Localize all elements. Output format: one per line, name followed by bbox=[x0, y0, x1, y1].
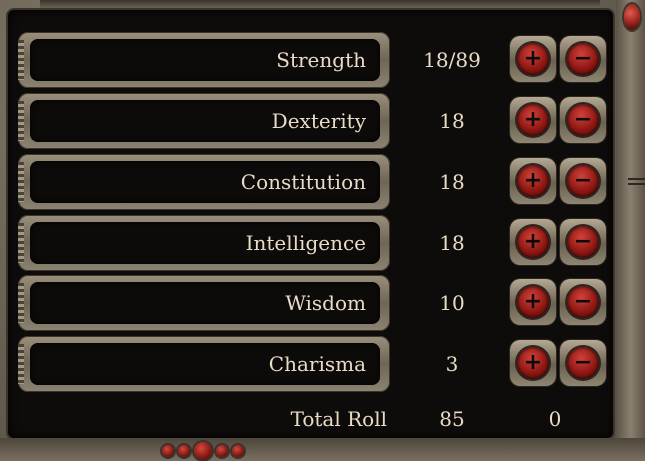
increase-charisma-button[interactable]: + bbox=[510, 340, 556, 386]
stat-row-intelligence: Intelligence 18 + − bbox=[0, 215, 645, 271]
stat-value: 3 bbox=[445, 352, 459, 376]
minus-icon: − bbox=[567, 347, 599, 379]
frame-top-trim bbox=[40, 0, 600, 8]
stat-value: 18/89 bbox=[423, 48, 481, 72]
points-remaining-value: 0 bbox=[548, 407, 562, 431]
total-roll-label: Total Roll bbox=[290, 407, 387, 431]
stat-name-plate[interactable]: Wisdom bbox=[18, 275, 390, 331]
stat-name: Strength bbox=[276, 48, 366, 72]
decrease-constitution-button[interactable]: − bbox=[560, 158, 606, 204]
gem-ornament-row bbox=[148, 441, 258, 461]
increase-wisdom-button[interactable]: + bbox=[510, 279, 556, 325]
plus-icon: + bbox=[517, 226, 549, 258]
stat-name: Intelligence bbox=[245, 231, 366, 255]
stat-name-plate[interactable]: Intelligence bbox=[18, 215, 390, 271]
minus-icon: − bbox=[567, 165, 599, 197]
stat-name-plate[interactable]: Constitution bbox=[18, 154, 390, 210]
decrease-intelligence-button[interactable]: − bbox=[560, 219, 606, 265]
increase-constitution-button[interactable]: + bbox=[510, 158, 556, 204]
stat-row-dexterity: Dexterity 18 + − bbox=[0, 93, 645, 149]
stat-row-charisma: Charisma 3 + − bbox=[0, 336, 645, 392]
minus-icon: − bbox=[567, 286, 599, 318]
stat-row-constitution: Constitution 18 + − bbox=[0, 154, 645, 210]
stat-name: Dexterity bbox=[271, 109, 366, 133]
increase-strength-button[interactable]: + bbox=[510, 36, 556, 82]
stat-row-wisdom: Wisdom 10 + − bbox=[0, 275, 645, 331]
stat-row-strength: Strength 18/89 + − bbox=[0, 32, 645, 88]
minus-icon: − bbox=[567, 104, 599, 136]
stat-value: 18 bbox=[439, 109, 465, 133]
decrease-charisma-button[interactable]: − bbox=[560, 340, 606, 386]
minus-icon: − bbox=[567, 43, 599, 75]
stat-value: 18 bbox=[439, 170, 465, 194]
decrease-strength-button[interactable]: − bbox=[560, 36, 606, 82]
stat-value: 10 bbox=[439, 291, 465, 315]
decrease-dexterity-button[interactable]: − bbox=[560, 97, 606, 143]
plus-icon: + bbox=[517, 165, 549, 197]
stat-name: Constitution bbox=[240, 170, 366, 194]
plus-icon: + bbox=[517, 104, 549, 136]
stat-name-plate[interactable]: Charisma bbox=[18, 336, 390, 392]
increase-dexterity-button[interactable]: + bbox=[510, 97, 556, 143]
frame-bottom-band bbox=[0, 438, 645, 461]
stat-name: Charisma bbox=[268, 352, 366, 376]
plus-icon: + bbox=[517, 347, 549, 379]
stat-name: Wisdom bbox=[285, 291, 366, 315]
minus-icon: − bbox=[567, 226, 599, 258]
decrease-wisdom-button[interactable]: − bbox=[560, 279, 606, 325]
stat-value: 18 bbox=[439, 231, 465, 255]
plus-icon: + bbox=[517, 43, 549, 75]
ruby-gem-ornament bbox=[624, 4, 640, 30]
plus-icon: + bbox=[517, 286, 549, 318]
stat-name-plate[interactable]: Dexterity bbox=[18, 93, 390, 149]
total-roll-value: 85 bbox=[439, 407, 465, 431]
increase-intelligence-button[interactable]: + bbox=[510, 219, 556, 265]
stat-name-plate[interactable]: Strength bbox=[18, 32, 390, 88]
